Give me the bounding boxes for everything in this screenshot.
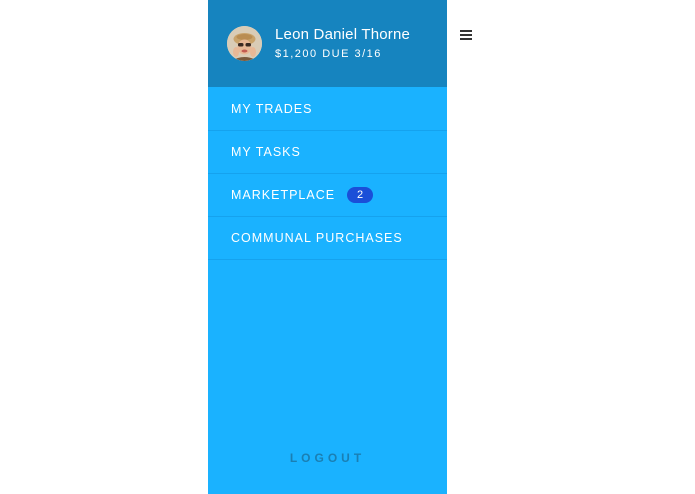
navigation-drawer: Leon Daniel Thorne $1,200 DUE 3/16 MY TR… bbox=[208, 0, 447, 494]
marketplace-count-badge: 2 bbox=[347, 187, 374, 203]
menu-item-label: MY TRADES bbox=[231, 101, 313, 116]
menu-item-my-trades[interactable]: MY TRADES bbox=[208, 87, 447, 131]
hamburger-menu-icon[interactable] bbox=[457, 27, 475, 43]
menu-item-label: MY TASKS bbox=[231, 145, 301, 159]
avatar-image bbox=[227, 26, 262, 61]
menu-item-communal-purchases[interactable]: COMMUNAL PURCHASES bbox=[208, 217, 447, 260]
menu-item-my-tasks[interactable]: MY TASKS bbox=[208, 131, 447, 174]
logout-button[interactable]: LOGOUT bbox=[208, 451, 447, 465]
menu-item-label: MARKETPLACE bbox=[231, 188, 336, 202]
drawer-header: Leon Daniel Thorne $1,200 DUE 3/16 bbox=[208, 0, 447, 87]
user-name: Leon Daniel Thorne bbox=[275, 26, 411, 43]
hamburger-bar bbox=[460, 34, 472, 36]
menu-item-label: COMMUNAL PURCHASES bbox=[231, 231, 403, 245]
app-screen: Leon Daniel Thorne $1,200 DUE 3/16 MY TR… bbox=[0, 0, 695, 494]
menu-item-marketplace[interactable]: MARKETPLACE 2 bbox=[208, 174, 447, 217]
amount-due: $1,200 DUE 3/16 bbox=[275, 48, 382, 60]
user-avatar[interactable] bbox=[227, 26, 262, 61]
drawer-menu: MY TRADES MY TASKS MARKETPLACE 2 COMMUNA… bbox=[208, 87, 447, 260]
hamburger-bar bbox=[460, 30, 472, 32]
hamburger-bar bbox=[460, 38, 472, 40]
